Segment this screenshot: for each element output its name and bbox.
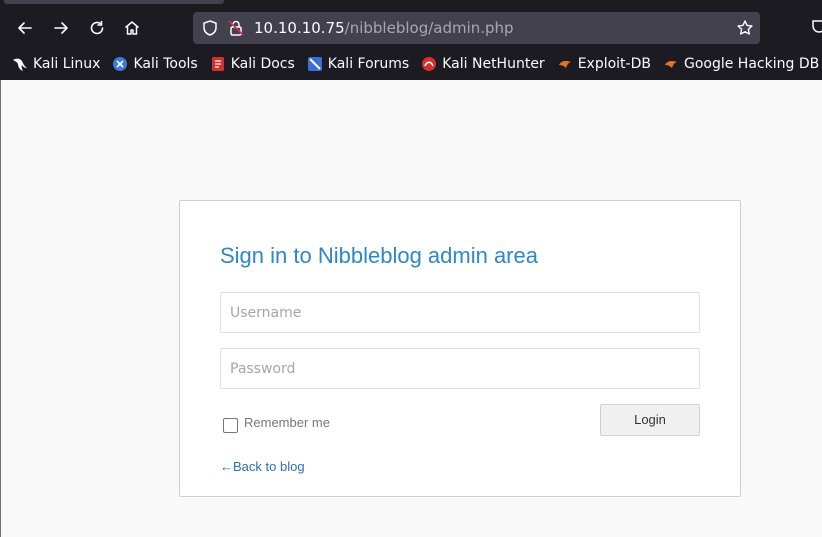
bookmark-label: Kali Forums — [327, 56, 410, 72]
bookmark-kali-forums[interactable]: Kali Forums — [307, 56, 409, 72]
exploit-db-icon — [557, 56, 573, 72]
kali-docs-icon — [210, 56, 226, 72]
bookmark-label: Kali NetHunter — [442, 56, 545, 72]
nethunter-icon — [421, 56, 437, 72]
active-tab-edge[interactable] — [4, 0, 224, 4]
bookmark-google-hacking-db[interactable]: Google Hacking DB — [663, 56, 819, 72]
arrow-left-icon — [18, 22, 32, 34]
login-button[interactable]: Login — [600, 404, 700, 436]
bookmark-label: Exploit-DB — [577, 56, 651, 72]
bookmark-kali-nethunter[interactable]: Kali NetHunter — [421, 56, 545, 72]
bookmark-label: Google Hacking DB — [683, 56, 820, 72]
login-title: Sign in to Nibbleblog admin area — [220, 243, 538, 268]
password-input[interactable] — [220, 348, 700, 389]
url-host: 10.10.10.75 — [254, 19, 345, 37]
bookmark-label: Kali Linux — [33, 56, 101, 72]
shield-icon[interactable] — [201, 19, 219, 37]
back-to-blog-link[interactable]: ←Back to blog — [220, 459, 305, 474]
arrow-right-icon — [54, 22, 68, 34]
back-button[interactable] — [13, 16, 37, 40]
login-panel: Sign in to Nibbleblog admin area Remembe… — [179, 200, 741, 497]
pocket-icon[interactable] — [812, 18, 822, 34]
page-content: Sign in to Nibbleblog admin area Remembe… — [0, 80, 822, 537]
username-input[interactable] — [220, 292, 700, 333]
ghdb-icon — [663, 56, 679, 72]
bookmark-kali-docs[interactable]: Kali Docs — [210, 56, 295, 72]
browser-chrome: 10.10.10.75/nibbleblog/admin.php Kali Li… — [0, 0, 822, 80]
kali-tools-icon — [112, 56, 128, 72]
bookmark-label: Kali Docs — [230, 56, 295, 72]
remember-me-label: Remember me — [244, 415, 330, 430]
bookmark-label: Kali Tools — [133, 56, 198, 72]
bookmark-kali-linux[interactable]: Kali Linux — [12, 56, 100, 72]
url-text[interactable]: 10.10.10.75/nibbleblog/admin.php — [254, 19, 514, 37]
url-path: /nibbleblog/admin.php — [344, 19, 514, 37]
forward-button[interactable] — [49, 16, 73, 40]
bookmark-kali-tools[interactable]: Kali Tools — [112, 56, 198, 72]
bookmarks-toolbar: Kali Linux Kali Tools Kali Docs Kali For… — [0, 48, 822, 80]
home-button[interactable] — [120, 16, 144, 40]
kali-forums-icon — [307, 56, 323, 72]
address-bar[interactable]: 10.10.10.75/nibbleblog/admin.php — [193, 12, 760, 44]
bookmark-star-icon[interactable] — [736, 19, 754, 37]
bookmark-exploit-db[interactable]: Exploit-DB — [557, 56, 651, 72]
remember-me-checkbox[interactable] — [223, 418, 238, 433]
insecure-lock-icon[interactable] — [227, 19, 245, 37]
kali-dragon-icon — [12, 56, 28, 72]
reload-button[interactable] — [85, 16, 109, 40]
reload-icon — [90, 20, 104, 35]
home-icon — [125, 21, 139, 35]
remember-me[interactable]: Remember me — [223, 412, 330, 433]
